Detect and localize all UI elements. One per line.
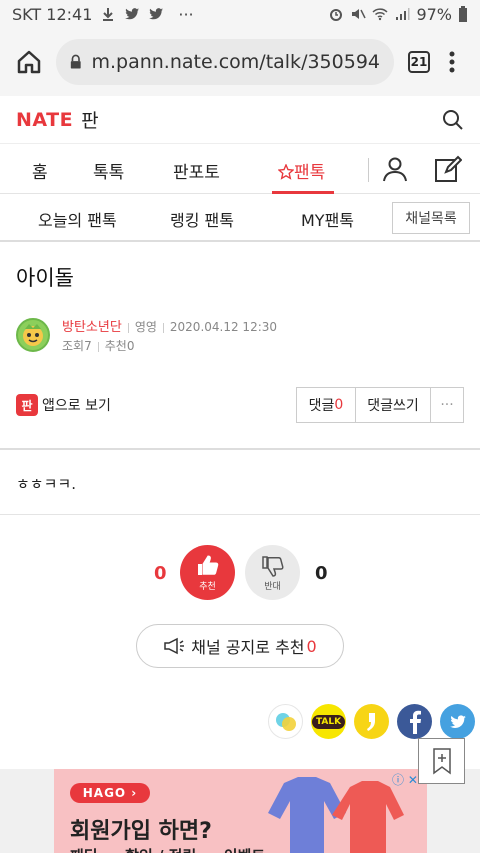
nav-panphoto[interactable]: 판포토: [173, 158, 220, 183]
more-menu-icon[interactable]: [448, 50, 456, 74]
share-kakaostory-button[interactable]: [354, 704, 389, 739]
ad-banner-area: HAGO › 회원가입 하면? 패딩 ... 할인 / 적립 ... 이벤트 .…: [0, 769, 480, 853]
ad-banner[interactable]: HAGO › 회원가입 하면? 패딩 ... 할인 / 적립 ... 이벤트 .…: [54, 769, 427, 853]
thumbs-down-icon: [261, 556, 284, 577]
search-icon[interactable]: [442, 109, 464, 131]
post-content: ㅎㅎㅋㅋ.: [16, 475, 76, 493]
meta-divider: [127, 322, 129, 333]
battery-level: 97%: [416, 4, 452, 24]
channel-list-button[interactable]: 채널목록: [392, 202, 470, 234]
post-title: 아이돌: [16, 266, 74, 290]
upvote-button[interactable]: 추천: [180, 545, 235, 600]
nate-logo[interactable]: NATE: [16, 109, 73, 131]
downvote-label: 반대: [264, 582, 281, 592]
battery-icon: [459, 6, 467, 22]
ad-brand-badge: HAGO ›: [70, 783, 150, 803]
nav-fantalk[interactable]: 팬톡: [277, 158, 326, 183]
ad-headline: 회원가입 하면?: [70, 819, 212, 844]
sweatshirt-image: [268, 777, 404, 853]
signal-icon: [396, 8, 410, 20]
url-bar[interactable]: m.pann.nate.com/talk/350594: [56, 39, 394, 85]
pann-app-icon: 판: [16, 394, 38, 416]
channel-notice-recommend-button[interactable]: 채널 공지로 추천 0: [136, 624, 344, 668]
megaphone-icon: [164, 637, 185, 655]
rec-count: 0: [126, 339, 135, 353]
mute-icon: [352, 9, 367, 19]
twitter-icon: [125, 8, 140, 20]
meta-divider: [97, 341, 99, 352]
channel-notice-count: 0: [306, 636, 317, 656]
url-text: m.pann.nate.com/talk/350594: [91, 51, 380, 73]
status-bar: SKT 12:41 ··· 97%: [0, 0, 480, 28]
subnav-my[interactable]: MY팬톡: [301, 207, 354, 231]
channel-notice-label: 채널 공지로 추천: [191, 638, 305, 657]
downvote-count: 0: [315, 563, 328, 584]
downvote-button[interactable]: 반대: [245, 545, 300, 600]
bookmark-button[interactable]: [418, 738, 465, 784]
kakaotalk-icon: TALK: [311, 714, 346, 729]
twitter-icon: [149, 8, 164, 20]
main-nav: 홈 톡톡 판포토 팬톡: [0, 144, 480, 194]
views-count: 7: [84, 339, 92, 353]
app-view-label: 앱으로 보기: [42, 398, 111, 414]
subnav-today[interactable]: 오늘의 팬톡: [38, 207, 117, 231]
nate-share-icon: [275, 712, 296, 731]
share-buttons: TALK: [268, 704, 475, 739]
share-facebook-button[interactable]: [397, 704, 432, 739]
site-header: NATE 판: [0, 96, 480, 144]
upvote-label: 추천: [199, 582, 216, 592]
user-icon[interactable]: [382, 156, 408, 182]
write-icon[interactable]: [434, 155, 462, 183]
ad-choices-icon[interactable]: ⓘ ✕: [392, 771, 418, 788]
author-name[interactable]: 방탄소년단: [62, 320, 122, 335]
nav-home[interactable]: 홈: [32, 158, 48, 183]
views-label: 조회: [62, 339, 85, 353]
language-tag: 영영: [134, 320, 157, 334]
star-icon: [277, 163, 295, 180]
app-view-button[interactable]: 판 앱으로 보기: [16, 394, 111, 416]
share-kakaotalk-button[interactable]: TALK: [311, 704, 346, 739]
vote-area: 0 추천 반대 0: [0, 515, 480, 633]
tab-switcher-button[interactable]: 21: [408, 51, 430, 73]
wifi-icon: [372, 8, 388, 21]
meta-divider: [162, 322, 164, 333]
facebook-icon: [409, 710, 421, 734]
share-nate-button[interactable]: [268, 704, 303, 739]
share-twitter-button[interactable]: [440, 704, 475, 739]
nav-toktok[interactable]: 톡톡: [93, 158, 124, 183]
comments-label: 댓글: [308, 398, 335, 414]
character-avatar-icon: [23, 324, 43, 346]
carrier-time: SKT 12:41: [12, 4, 93, 24]
twitter-icon: [449, 714, 466, 728]
post-meta: 방탄소년단 영영 2020.04.12 12:30 조회7 추천0: [16, 318, 464, 356]
rec-label: 추천: [104, 339, 127, 353]
write-comment-button[interactable]: 댓글쓰기: [355, 387, 431, 423]
post-date: 2020.04.12 12:30: [169, 320, 278, 334]
nav-fantalk-label: 팬톡: [294, 163, 326, 183]
content-divider: [0, 448, 480, 450]
nav-divider: [368, 158, 369, 182]
comments-button[interactable]: 댓글 0: [296, 387, 356, 423]
browser-toolbar: m.pann.nate.com/talk/350594 21: [0, 28, 480, 96]
home-icon[interactable]: [16, 49, 42, 75]
alarm-icon: [330, 9, 343, 21]
post-actions: 판 앱으로 보기 댓글 0 댓글쓰기 ···: [16, 386, 464, 424]
download-icon: [103, 8, 114, 21]
comments-count: 0: [334, 397, 344, 413]
bookmark-add-icon: [432, 748, 451, 775]
thumbs-up-icon: [197, 555, 218, 575]
lock-icon: [70, 54, 81, 69]
sub-nav: 오늘의 팬톡 랭킹 팬톡 MY팬톡 채널목록: [0, 194, 480, 242]
pann-logo[interactable]: 판: [81, 106, 98, 133]
avatar[interactable]: [16, 318, 50, 352]
upvote-count: 0: [154, 563, 167, 584]
kakaostory-icon: [366, 712, 375, 731]
subnav-ranking[interactable]: 랭킹 팬톡: [170, 207, 234, 231]
more-options-button[interactable]: ···: [430, 387, 464, 423]
more-notifications: ···: [178, 4, 194, 24]
